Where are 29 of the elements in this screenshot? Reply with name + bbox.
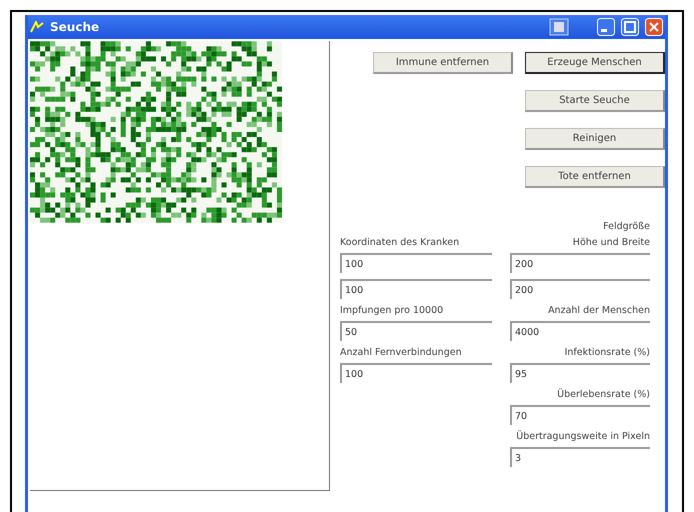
action-button[interactable]: Reinigen <box>525 128 665 150</box>
input-field[interactable]: 95 <box>510 363 650 383</box>
minimize-icon[interactable] <box>597 18 615 36</box>
input-field[interactable]: 200 <box>510 253 650 273</box>
maximize-icon[interactable] <box>621 18 639 36</box>
field-label: Übertragungsweite in Pixeln <box>515 429 650 444</box>
action-button[interactable]: Starte Seuche <box>525 90 665 112</box>
input-field[interactable]: 70 <box>510 405 650 425</box>
field-label: Überlebensrate (%) <box>556 387 650 402</box>
field-label: Höhe und Breite <box>572 236 650 250</box>
field-label: Feldgröße <box>602 220 650 234</box>
close-icon[interactable] <box>645 18 663 36</box>
field-label: Koordinaten des Kranken <box>340 236 460 250</box>
input-field[interactable]: 100 <box>340 253 492 273</box>
field-label: Anzahl der Menschen <box>547 304 650 318</box>
action-button[interactable]: Immune entfernen <box>373 52 513 74</box>
input-field[interactable]: 4000 <box>510 321 650 341</box>
input-field[interactable]: 200 <box>510 279 650 299</box>
action-button[interactable]: Tote entfernen <box>525 166 665 188</box>
action-button[interactable]: Erzeuge Menschen <box>525 52 665 74</box>
input-field[interactable]: 3 <box>510 447 650 467</box>
field-label: Anzahl Fernverbindungen <box>340 346 463 360</box>
input-field[interactable]: 100 <box>340 279 492 299</box>
field-label: Infektionsrate (%) <box>564 346 650 360</box>
window-title: Seuche <box>50 20 100 34</box>
input-field[interactable]: 50 <box>340 321 492 341</box>
app-icon <box>30 21 44 33</box>
field-label: Impfungen pro 10000 <box>340 304 444 318</box>
input-field[interactable]: 100 <box>340 363 492 383</box>
